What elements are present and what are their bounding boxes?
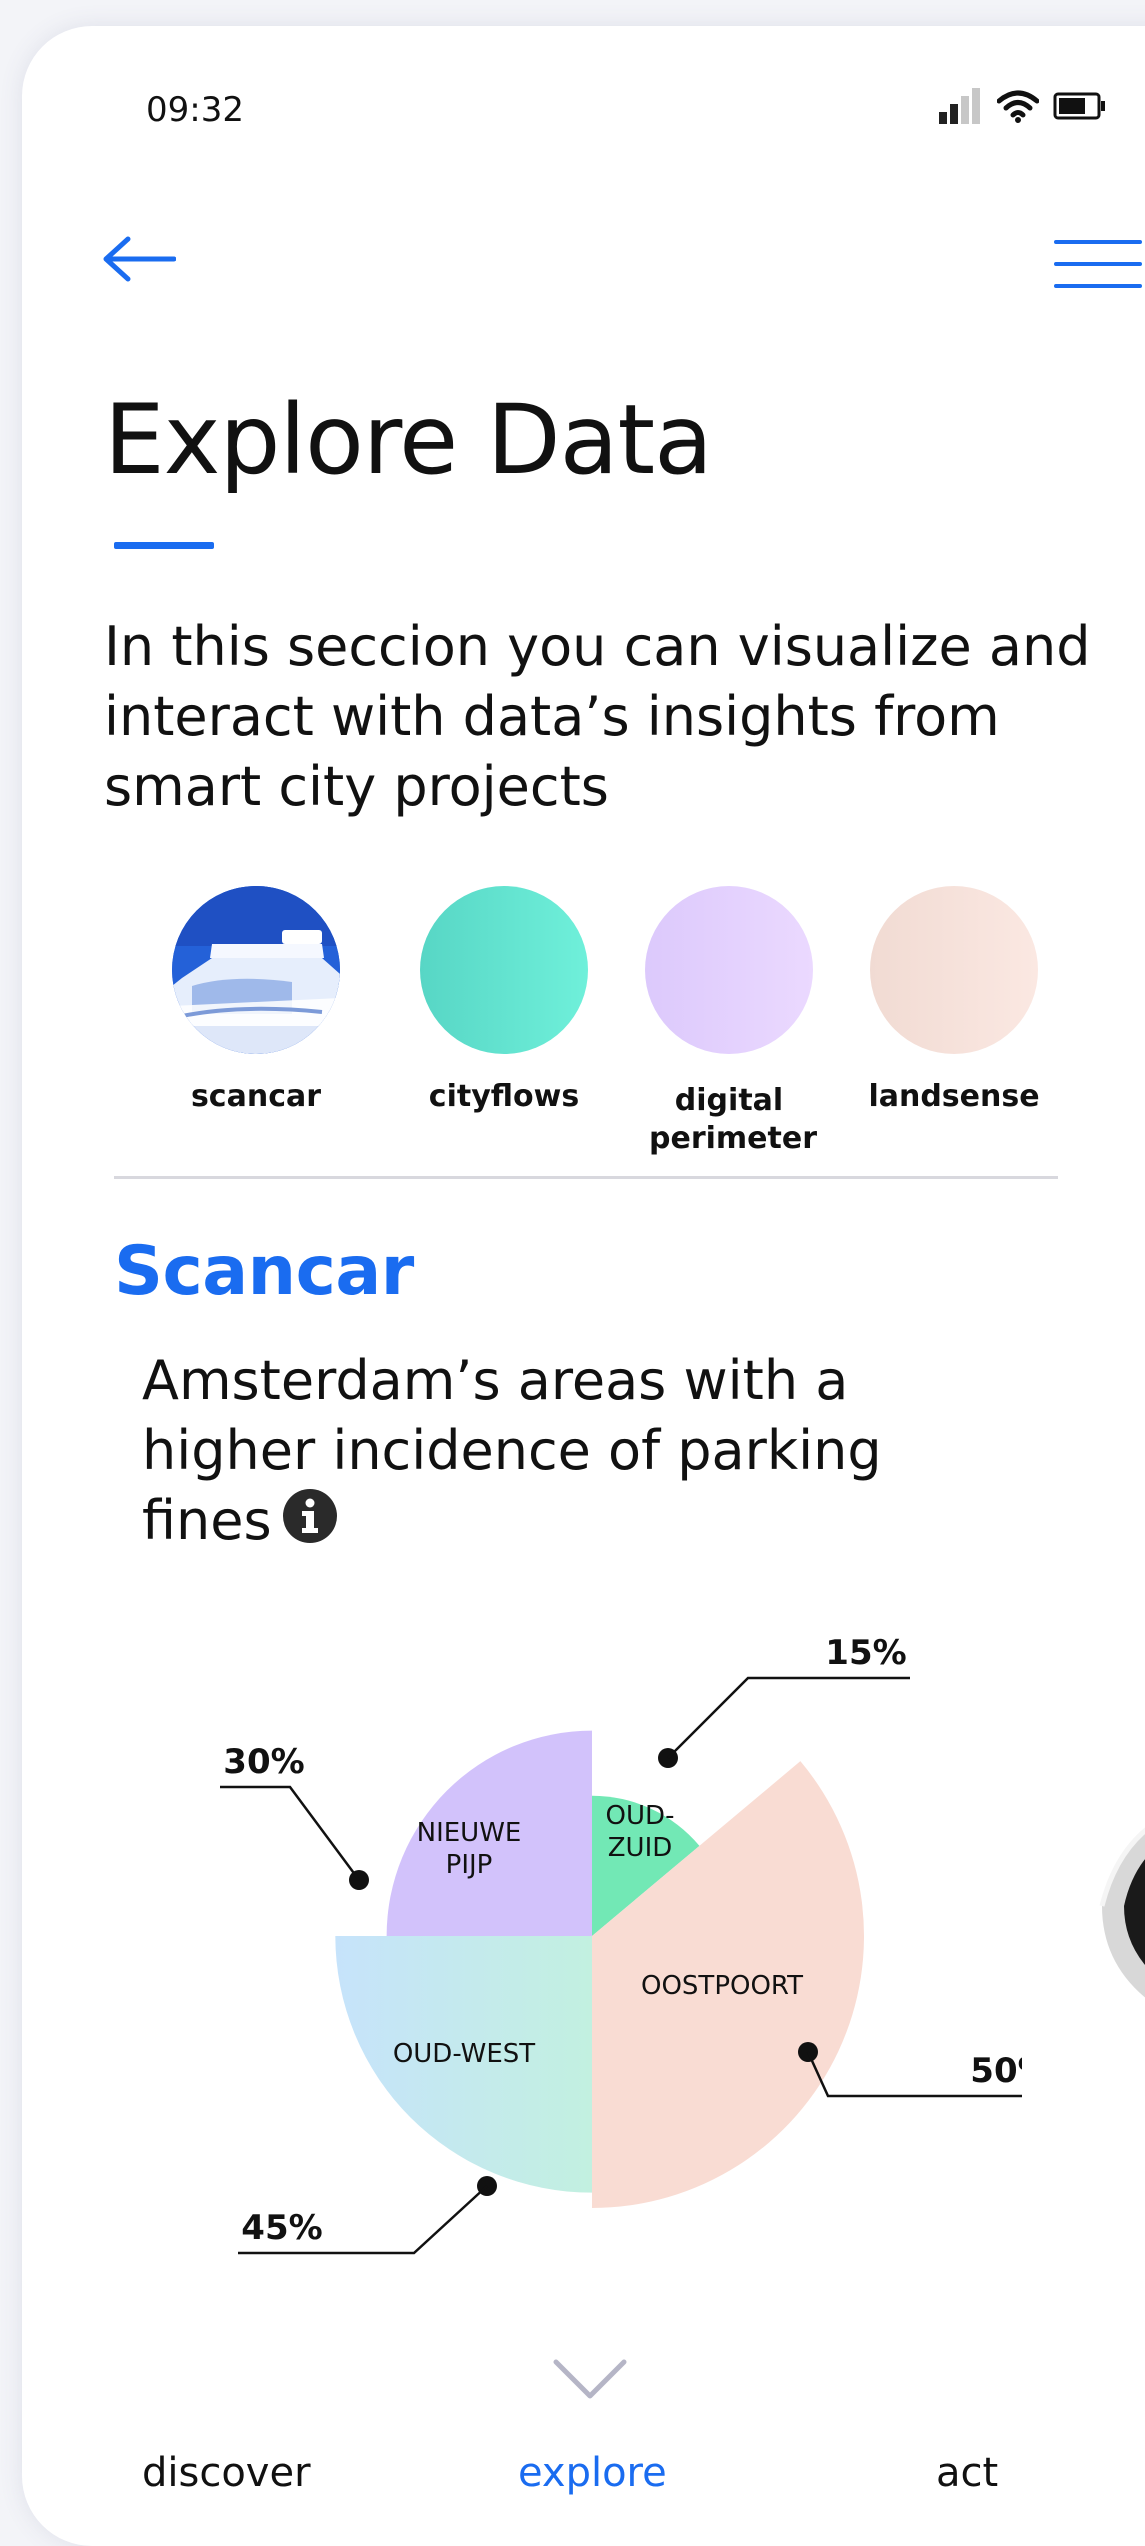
- scancar-image: [172, 886, 340, 1054]
- info-icon[interactable]: [282, 1488, 338, 1561]
- title-underline: [114, 542, 214, 549]
- wifi-icon: [997, 90, 1039, 123]
- scancar-thumbnail: [172, 886, 340, 1054]
- project-landsense[interactable]: landsense: [854, 886, 1054, 1116]
- project-label: digital perimeter: [649, 1083, 817, 1156]
- project-scancar[interactable]: scancar: [156, 886, 356, 1116]
- phone-screen: 09:32 Explore Data In this seccion you c…: [22, 26, 1145, 2546]
- arrow-left-icon: [103, 236, 177, 282]
- project-digital-perimeter[interactable]: digital perimeter: [629, 886, 829, 1158]
- slice-value-label: 50%: [970, 2051, 1022, 2091]
- slice-value-label: 30%: [223, 1742, 304, 1782]
- signal-icon: [939, 88, 980, 124]
- device-peek-graphic: [1099, 1827, 1145, 1998]
- project-label: scancar: [190, 1079, 322, 1114]
- leader-line: [220, 1785, 361, 1881]
- battery-icon: [1053, 92, 1105, 120]
- project-label: cityflows: [428, 1079, 580, 1114]
- status-time: 09:32: [146, 90, 244, 130]
- section-title: Scancar: [114, 1232, 414, 1311]
- chevron-down-icon[interactable]: [552, 2356, 628, 2402]
- landsense-thumbnail: [870, 886, 1038, 1054]
- status-icons: [937, 88, 1107, 124]
- back-button[interactable]: [102, 236, 202, 306]
- slice-name-label: OUD-WEST: [393, 2039, 535, 2069]
- project-cityflows[interactable]: cityflows: [404, 886, 604, 1116]
- nav-act[interactable]: act: [936, 2450, 998, 2496]
- page-title: Explore Data: [104, 384, 713, 496]
- cityflows-thumbnail: [420, 886, 588, 1054]
- leader-line: [667, 1676, 910, 1759]
- digital-perimeter-thumbnail: [645, 886, 813, 1054]
- nav-discover[interactable]: discover: [142, 2450, 311, 2496]
- pie-chart: NIEUWEPIJP30%OUD-ZUID15%OOSTPOORT50%OUD-…: [220, 1633, 1022, 2255]
- slice-value-label: 45%: [241, 2208, 322, 2248]
- menu-button[interactable]: [1052, 236, 1145, 306]
- section-description-text: Amsterdam’s areas with a higher incidenc…: [142, 1349, 882, 1552]
- divider: [114, 1176, 1058, 1179]
- slice-value-label: 15%: [825, 1633, 906, 1673]
- nav-explore[interactable]: explore: [518, 2450, 667, 2496]
- slice-name-label: OOSTPOORT: [641, 1971, 803, 2001]
- hamburger-menu-icon: [1054, 240, 1142, 288]
- section-description: Amsterdam’s areas with a higher incidenc…: [142, 1346, 1002, 1561]
- project-label: landsense: [868, 1079, 1040, 1114]
- intro-text: In this seccion you can visualize and in…: [104, 615, 1091, 818]
